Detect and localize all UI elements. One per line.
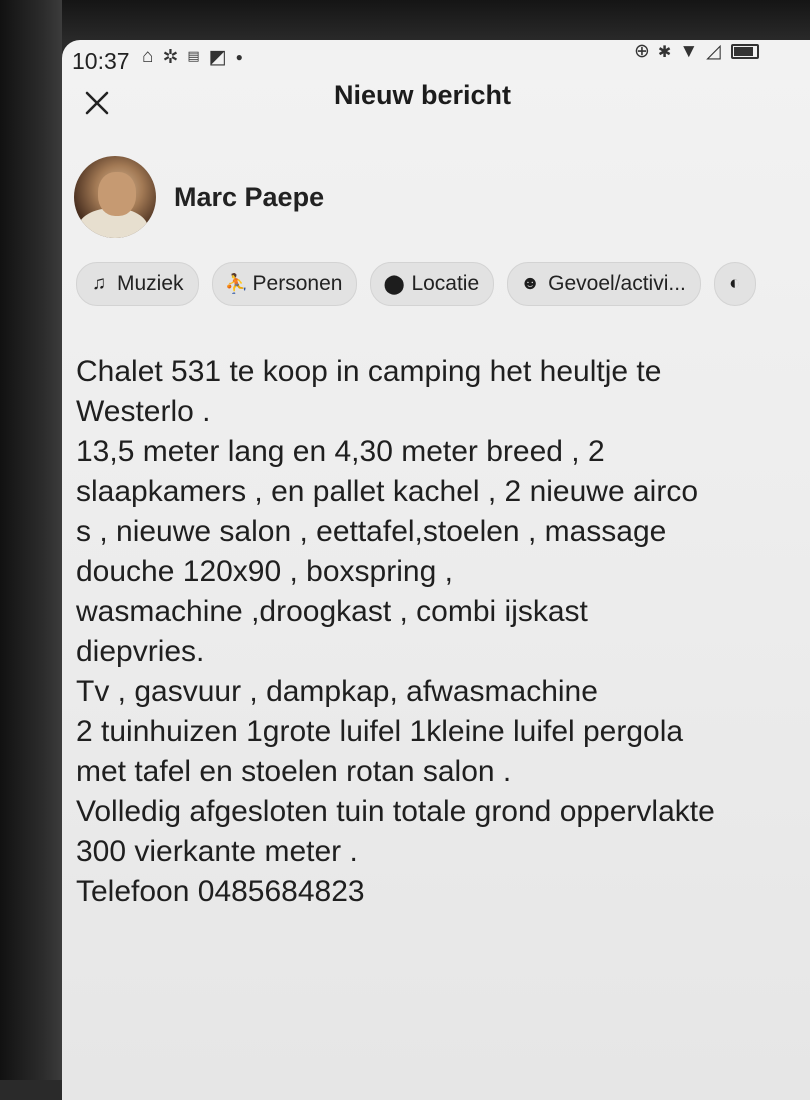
chip-more-partial[interactable]: ◐: [713, 262, 756, 306]
status-right-icons: ⊕ ✱ ▼ ◿: [634, 40, 759, 63]
status-time: 10:37: [72, 48, 130, 74]
wifi-icon: ▼: [679, 40, 699, 62]
post-line: Telefoon 0485684823: [76, 875, 365, 908]
page-title: Nieuw bericht: [334, 80, 512, 110]
post-line: 2 tuinhuizen 1grote luifel 1kleine luife…: [76, 715, 684, 748]
phone-screen: 10:37 ⌂ ✲ ▤ ◩ ● ⊕ ✱ ▼ ◿ Nieuw bericht Ma…: [62, 40, 810, 1100]
post-line: douche 120x90 , boxspring ,: [76, 555, 453, 588]
post-line: 300 vierkante meter .: [76, 835, 358, 868]
chip-label: Personen: [252, 272, 343, 295]
home-outline-icon: ⌂: [142, 46, 154, 67]
post-line: slaapkamers , en pallet kachel , 2 nieuw…: [76, 475, 699, 508]
image-icon: ◩: [208, 47, 227, 68]
post-line: diepvries.: [76, 635, 205, 668]
post-line: 13,5 meter lang en 4,30 meter breed , 2: [76, 435, 605, 468]
post-line: Westerlo .: [76, 395, 211, 428]
user-row: Marc Paepe: [74, 156, 324, 238]
person-tag-icon: ⛹: [224, 274, 249, 295]
post-line: Tv , gasvuur , dampkap, afwasmachine: [76, 675, 598, 708]
post-line: Chalet 531 te koop in camping het heultj…: [76, 355, 662, 388]
more-option-icon: ◐: [729, 273, 741, 294]
battery-icon: [730, 44, 759, 59]
wifi-calling-icon: ▤: [187, 48, 200, 63]
post-text-area[interactable]: Chalet 531 te koop in camping het heultj…: [76, 352, 810, 912]
user-name: Marc Paepe: [174, 181, 325, 212]
close-icon[interactable]: [84, 90, 110, 116]
settings-gear-icon: ✲: [162, 47, 179, 68]
phone-bezel-top: [0, 0, 810, 44]
smiley-icon: ☻: [520, 273, 541, 294]
phone-bezel-left: [0, 0, 62, 1080]
chip-label: Muziek: [117, 272, 184, 295]
post-line: wasmachine ,droogkast , combi ijskast: [76, 595, 588, 628]
signal-icon: ◿: [706, 41, 721, 62]
post-line: met tafel en stoelen rotan salon .: [76, 755, 512, 788]
post-line: s , nieuwe salon , eettafel,stoelen , ma…: [76, 515, 667, 548]
chip-feeling-activity[interactable]: ☻ Gevoel/activi...: [507, 262, 701, 306]
chip-people[interactable]: ⛹ Personen: [211, 262, 358, 306]
data-saver-icon: ⊕: [634, 41, 650, 62]
chip-label: Locatie: [411, 272, 480, 295]
music-note-icon: ♫: [91, 273, 107, 294]
status-left-icons: ⌂ ✲ ▤ ◩ ●: [142, 46, 243, 69]
chip-music[interactable]: ♫ Muziek: [76, 262, 199, 306]
battery-fill: [733, 47, 753, 56]
notification-dot-icon: ●: [235, 50, 243, 64]
avatar: [74, 156, 156, 238]
post-option-chips: ♫ Muziek ⛹ Personen ⬤ Locatie ☻ Gevoel/a…: [76, 262, 756, 306]
chip-label: Gevoel/activi...: [548, 272, 686, 295]
bluetooth-icon: ✱: [657, 43, 672, 61]
location-pin-icon: ⬤: [383, 273, 405, 295]
chip-location[interactable]: ⬤ Locatie: [370, 262, 495, 306]
post-line: Volledig afgesloten tuin totale grond op…: [76, 795, 715, 828]
